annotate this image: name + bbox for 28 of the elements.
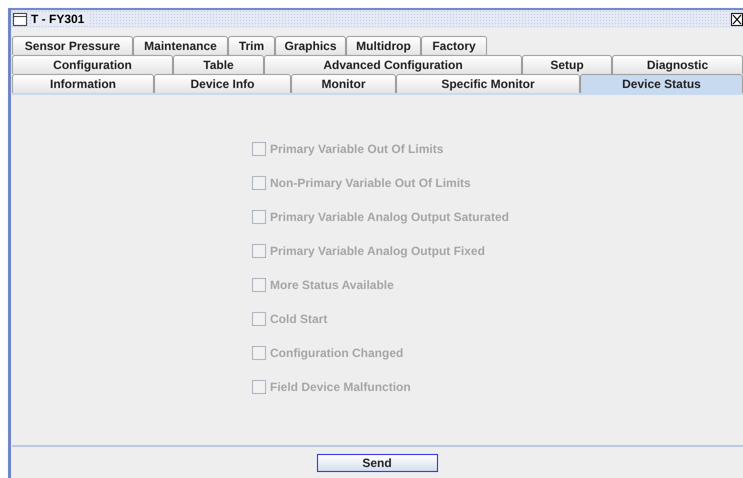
checkbox-label: Primary Variable Analog Output Fixed xyxy=(270,244,485,258)
tab[interactable]: Maintenance xyxy=(133,36,228,55)
tab[interactable]: Device Info xyxy=(154,74,291,93)
tab[interactable]: Graphics xyxy=(275,36,346,55)
tab[interactable]: Device Status xyxy=(580,74,743,93)
close-icon[interactable] xyxy=(731,12,743,26)
tab[interactable]: Setup xyxy=(522,55,612,74)
tab[interactable]: Information xyxy=(12,74,154,93)
window-icon xyxy=(13,12,27,26)
checkbox-label: Field Device Malfunction xyxy=(270,380,411,394)
checkbox-label: Primary Variable Out Of Limits xyxy=(270,142,444,156)
checkbox-label: Configuration Changed xyxy=(270,346,404,360)
tab[interactable]: Sensor Pressure xyxy=(12,36,133,55)
tab[interactable]: Diagnostic xyxy=(612,55,743,74)
checkbox-label: More Status Available xyxy=(270,278,394,292)
tab[interactable]: Configuration xyxy=(12,55,173,74)
tab[interactable]: Trim xyxy=(228,36,275,55)
tab[interactable]: Multidrop xyxy=(346,36,421,55)
window-title: T - FY301 xyxy=(31,12,88,26)
tab[interactable]: Advanced Configuration xyxy=(264,55,522,74)
checkbox-label: Non-Primary Variable Out Of Limits xyxy=(270,176,471,190)
send-button[interactable]: Send xyxy=(316,454,438,472)
tab[interactable]: Table xyxy=(173,55,264,74)
checkbox-label: Primary Variable Analog Output Saturated xyxy=(270,210,509,224)
tab[interactable]: Monitor xyxy=(291,74,396,93)
tab[interactable]: Specific Monitor xyxy=(396,74,580,93)
checkbox-label: Cold Start xyxy=(270,312,328,326)
tab[interactable]: Factory xyxy=(421,36,487,55)
